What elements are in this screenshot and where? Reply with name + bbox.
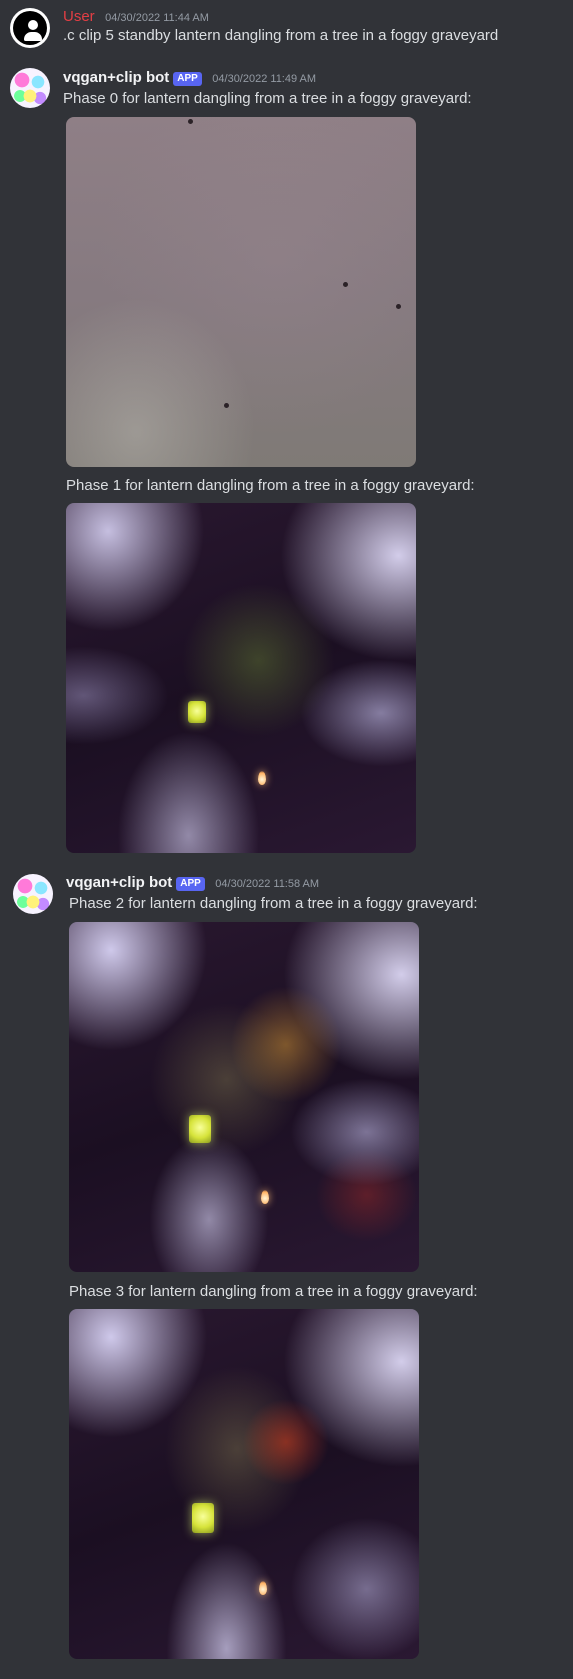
app-badge: APP: [173, 72, 202, 86]
phase-3-image[interactable]: [69, 1309, 419, 1659]
timestamp[interactable]: 04/30/2022 11:58 AM: [215, 878, 319, 890]
flame-graphic: [261, 1190, 269, 1204]
lantern-graphic: [188, 701, 206, 723]
author-name[interactable]: vqgan+clip bot: [63, 69, 169, 86]
default-avatar-icon: [13, 11, 47, 45]
phase-1-image[interactable]: [66, 503, 416, 853]
bot-avatar[interactable]: [13, 874, 53, 914]
phase-caption: Phase 2 for lantern dangling from a tree…: [69, 895, 478, 912]
phase-2-image[interactable]: [69, 922, 419, 1272]
lantern-graphic: [189, 1115, 211, 1143]
message-header: vqgan+clip bot APP 04/30/2022 11:58 AM: [66, 874, 319, 892]
timestamp[interactable]: 04/30/2022 11:44 AM: [105, 12, 209, 24]
message-header: User 04/30/2022 11:44 AM: [63, 8, 209, 26]
app-badge: APP: [176, 877, 205, 891]
phase-caption: Phase 0 for lantern dangling from a tree…: [63, 90, 472, 107]
lantern-graphic: [192, 1503, 214, 1533]
message-header: vqgan+clip bot APP 04/30/2022 11:49 AM: [63, 69, 316, 87]
author-name[interactable]: vqgan+clip bot: [66, 874, 172, 891]
phase-0-image[interactable]: [66, 117, 416, 467]
message-text: .c clip 5 standby lantern dangling from …: [63, 27, 499, 44]
user-avatar[interactable]: [10, 8, 50, 48]
phase-caption: Phase 1 for lantern dangling from a tree…: [66, 477, 475, 494]
flame-graphic: [258, 771, 266, 785]
phase-caption: Phase 3 for lantern dangling from a tree…: [69, 1283, 478, 1300]
author-name[interactable]: User: [63, 8, 95, 25]
timestamp[interactable]: 04/30/2022 11:49 AM: [212, 73, 316, 85]
flame-graphic: [259, 1581, 267, 1595]
bot-avatar[interactable]: [10, 68, 50, 108]
